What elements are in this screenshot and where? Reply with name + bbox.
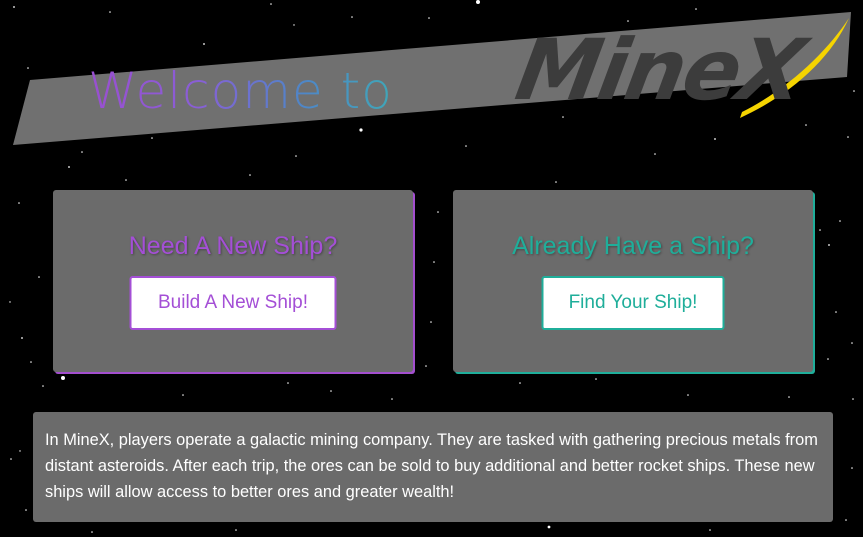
new-ship-card: Need A New Ship? Build A New Ship! xyxy=(53,190,413,372)
existing-ship-card: Already Have a Ship? Find Your Ship! xyxy=(453,190,813,372)
welcome-heading: Welcome to xyxy=(88,62,393,120)
page: Welcome to MineX Need A New Ship? Build … xyxy=(0,0,863,537)
game-description: In MineX, players operate a galactic min… xyxy=(33,412,833,522)
minex-logo: MineX xyxy=(509,21,811,119)
existing-ship-title: Already Have a Ship? xyxy=(512,232,754,260)
new-ship-title: Need A New Ship? xyxy=(128,232,338,260)
build-new-ship-button[interactable]: Build A New Ship! xyxy=(129,276,337,330)
find-your-ship-button[interactable]: Find Your Ship! xyxy=(541,276,725,330)
